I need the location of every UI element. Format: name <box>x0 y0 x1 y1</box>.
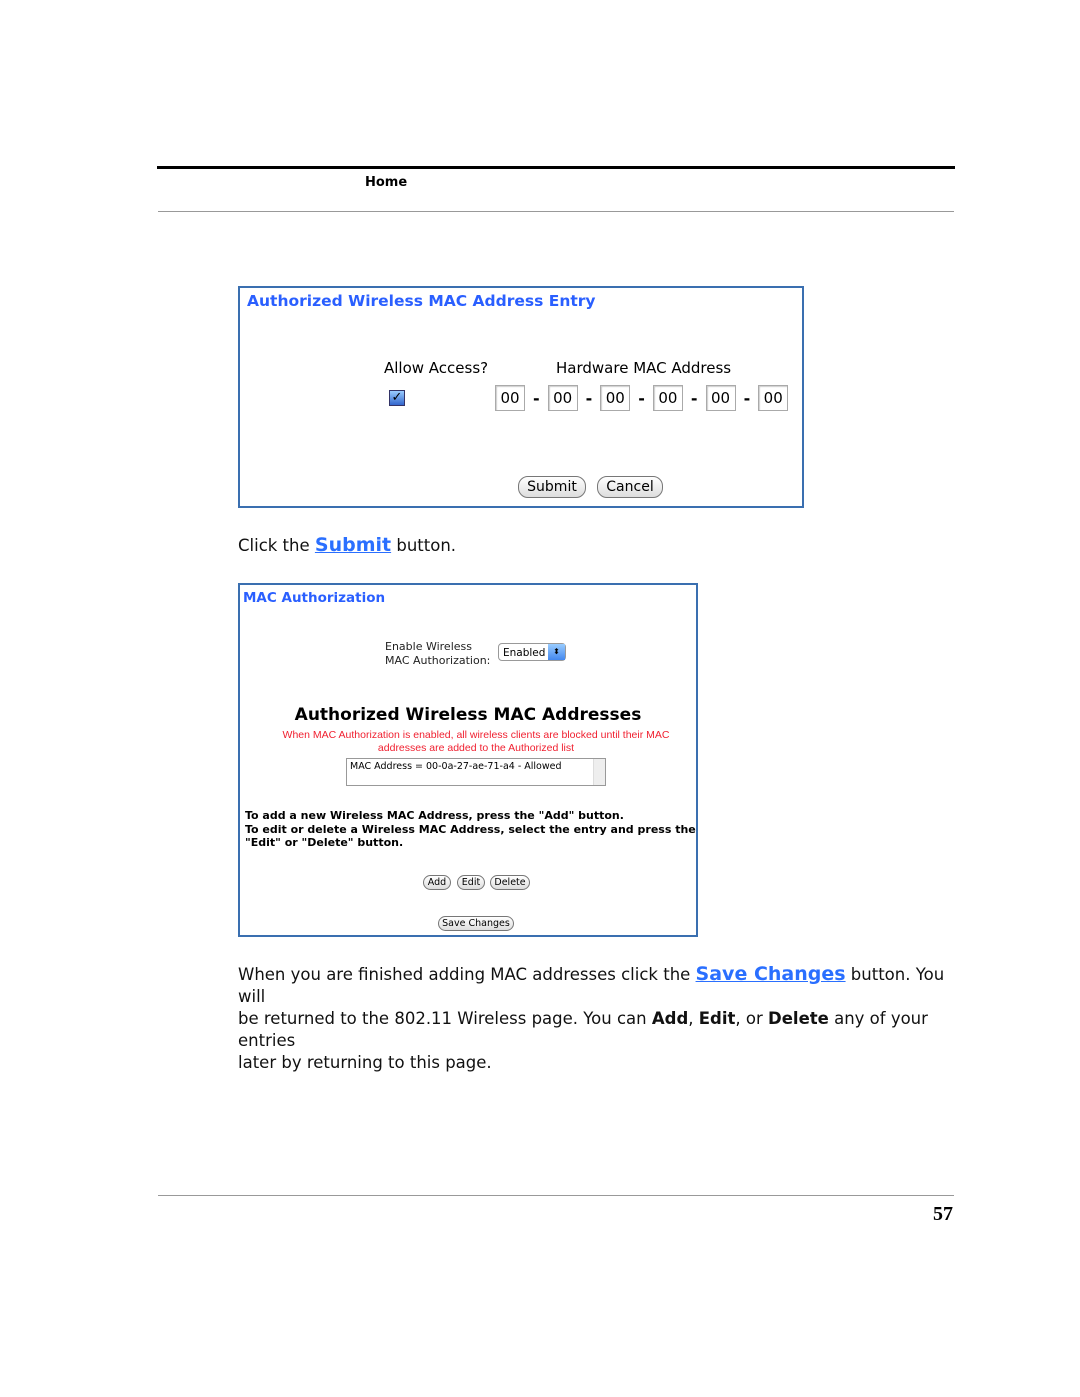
warning-line: addresses are added to the Authorized li… <box>377 742 575 754</box>
text: , or <box>735 1009 769 1028</box>
enable-label-line: Enable Wireless <box>385 640 472 653</box>
step-submit-text: Click the Submit button. <box>238 534 456 557</box>
header-label: Home <box>365 175 408 190</box>
separator: - <box>638 388 645 408</box>
cancel-button[interactable]: Cancel <box>597 476 663 498</box>
mac-octet-fields: 00- 00- 00- 00- 00- 00 <box>495 385 789 411</box>
allow-access-checkbox[interactable]: ✓ <box>389 390 405 406</box>
instruction-line: To add a new Wireless MAC Address, press… <box>245 809 624 822</box>
step-save-text: When you are finished adding MAC address… <box>238 963 958 1074</box>
edit-button[interactable]: Edit <box>457 875 485 890</box>
delete-button[interactable]: Delete <box>490 875 530 890</box>
footer-divider <box>158 1195 954 1196</box>
header-rule <box>157 166 955 169</box>
mac-entry-panel: Authorized Wireless MAC Address Entry Al… <box>238 286 804 508</box>
header-divider <box>158 211 954 212</box>
octet-1-input[interactable]: 00 <box>495 385 525 411</box>
octet-5-input[interactable]: 00 <box>705 385 736 411</box>
mac-auth-select[interactable]: Enabled ⬍ <box>498 643 566 661</box>
enable-label-line: MAC Authorization: <box>385 654 491 667</box>
list-heading: Authorized Wireless MAC Addresses <box>294 705 642 725</box>
warning-text: When MAC Authorization is enabled, all w… <box>240 729 712 755</box>
text: button. <box>391 536 457 555</box>
instruction-line: "Edit" or "Delete" button. <box>245 836 404 849</box>
octet-3-input[interactable]: 00 <box>600 385 631 411</box>
octet-4-input[interactable]: 00 <box>652 385 683 411</box>
save-changes-link[interactable]: Save Changes <box>696 963 846 985</box>
mac-authorization-panel: MAC Authorization Enable Wireless MAC Aut… <box>238 583 698 937</box>
page-number: 57 <box>933 1203 953 1225</box>
separator: - <box>533 388 540 408</box>
text: When you are finished adding MAC address… <box>238 965 696 984</box>
text: , <box>688 1009 699 1028</box>
separator: - <box>743 388 751 408</box>
enable-label: Enable Wireless MAC Authorization: <box>385 640 490 668</box>
text: Click the <box>238 536 315 555</box>
authorized-mac-list[interactable]: MAC Address = 00-0a-27-ae-71-a4 - Allowe… <box>346 758 606 786</box>
select-value: Enabled <box>503 647 546 659</box>
instruction-line: To edit or delete a Wireless MAC Address… <box>245 822 696 836</box>
octet-2-input[interactable]: 00 <box>547 385 578 411</box>
submit-link[interactable]: Submit <box>315 534 391 556</box>
octet-6-input[interactable]: 00 <box>758 385 789 411</box>
add-button[interactable]: Add <box>423 875 451 890</box>
mac-address-label: Hardware MAC Address <box>556 359 732 377</box>
manual-page: Home Authorized Wireless MAC Address Ent… <box>0 0 1080 1397</box>
allow-access-label: Allow Access? <box>384 359 489 377</box>
save-changes-button[interactable]: Save Changes <box>438 916 514 931</box>
separator: - <box>585 388 593 408</box>
list-item[interactable]: MAC Address = 00-0a-27-ae-71-a4 - Allowe… <box>350 761 602 772</box>
list-scrollbar[interactable] <box>593 759 605 785</box>
text: be returned to the 802.11 Wireless page.… <box>238 1009 652 1028</box>
edit-term: Edit <box>698 1009 736 1028</box>
submit-button[interactable]: Submit <box>518 476 586 498</box>
add-term: Add <box>651 1009 689 1028</box>
panel-title: MAC Authorization <box>243 590 386 606</box>
delete-term: Delete <box>768 1009 829 1028</box>
select-arrows-icon: ⬍ <box>548 644 565 660</box>
panel-title: Authorized Wireless MAC Address Entry <box>247 292 596 310</box>
instructions: To add a new Wireless MAC Address, press… <box>245 809 696 850</box>
text: later by returning to this page. <box>238 1053 492 1072</box>
warning-line: When MAC Authorization is enabled, all w… <box>282 729 670 741</box>
separator: - <box>690 388 698 408</box>
